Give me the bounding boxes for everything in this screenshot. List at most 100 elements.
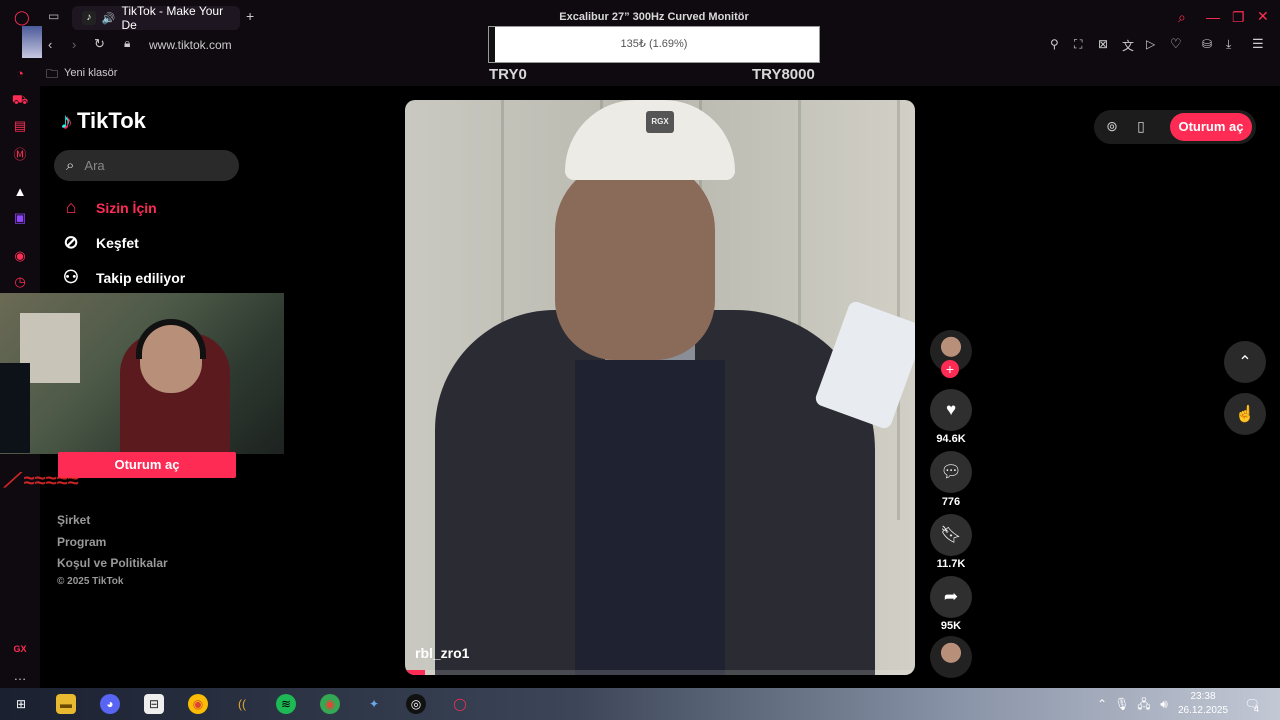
nav-item-for-you[interactable]: ⌂ Sizin İçin <box>60 197 157 218</box>
messenger-icon[interactable]: Ⓜ <box>0 144 40 163</box>
gaming-news-icon[interactable]: ▤ <box>0 118 40 134</box>
music-disc-avatar[interactable] <box>930 636 972 678</box>
tiktok-note-icon: ♪ <box>60 108 71 133</box>
video-subject-vest <box>575 360 725 675</box>
video-subject-face <box>555 160 715 360</box>
save-button[interactable]: 🔖︎ <box>930 514 972 556</box>
clock-time[interactable]: 23:38 <box>1176 691 1230 702</box>
spotify-icon[interactable]: ≋ <box>276 694 296 714</box>
opera-gx-taskbar-icon[interactable]: ◯ <box>450 694 470 714</box>
nav-item-explore[interactable]: ⊘ Keşfet <box>60 232 139 253</box>
obs-icon[interactable]: ◎ <box>406 694 426 714</box>
app-icon[interactable]: ⊟ <box>144 694 164 714</box>
heart-icon: ♥ <box>945 400 957 419</box>
translate-icon[interactable]: 文 <box>1122 37 1134 54</box>
url-text[interactable]: www.tiktok.com <box>149 38 232 52</box>
opera-gx-logo-icon[interactable]: ◯ <box>14 9 30 26</box>
next-video-button[interactable]: ☝ <box>1224 393 1266 435</box>
nav-item-label: Takip ediliyor <box>96 269 186 286</box>
restore-button[interactable]: ❐ <box>1232 9 1245 26</box>
speaker-icon[interactable]: 🔊 <box>102 12 116 25</box>
login-button-sidebar[interactable]: Oturum aç <box>58 452 236 478</box>
headset-icon <box>136 319 206 359</box>
video-watermark: RGX <box>646 111 674 133</box>
network-icon[interactable]: 🖧︎ <box>1134 694 1154 714</box>
twitch-icon[interactable]: ▣ <box>0 210 40 226</box>
gx-corner-icon[interactable]: ⛟ <box>0 92 40 110</box>
download-icon[interactable]: ⤓ <box>1226 37 1231 52</box>
microphone-icon[interactable]: 🎙︎ <box>1112 694 1132 714</box>
hand-cursor-icon: ☝ <box>1235 406 1255 423</box>
chrome-profile-icon[interactable]: ◉ <box>320 694 340 714</box>
windows-start-icon[interactable]: ⊞ <box>11 694 31 714</box>
tab-tiktok[interactable]: ♪ 🔊 TikTok - Make Your De <box>72 4 240 32</box>
snapshot-icon[interactable]: ⛶ <box>1074 37 1082 52</box>
comment-button[interactable]: 💬︎ <box>930 451 972 493</box>
nav-item-label: Sizin İçin <box>96 199 157 216</box>
tab-island-icon[interactable]: ▭ <box>48 9 59 23</box>
gx-logo-icon[interactable]: GX <box>0 644 40 654</box>
save-count: 11.7K <box>936 558 966 570</box>
previous-video-button[interactable]: ⌃ <box>1224 341 1266 383</box>
more-icon[interactable]: … <box>0 668 40 683</box>
video-player[interactable]: RGX rbl_zro1 <box>405 100 915 675</box>
forward-icon[interactable]: › <box>72 37 76 52</box>
wallet-icon[interactable]: ⛁ <box>1202 37 1212 51</box>
streamlabs-icon[interactable]: (( <box>232 694 252 714</box>
donation-progress-bar: 135₺ (1.69%) <box>488 26 820 63</box>
get-app-icon[interactable]: ▯ <box>1131 116 1151 136</box>
nav-item-label: Keşfet <box>96 234 139 251</box>
file-explorer-icon[interactable]: ▬ <box>56 694 76 714</box>
search-placeholder: Ara <box>84 158 105 173</box>
reload-icon[interactable]: ↻ <box>94 36 105 52</box>
search-icon: ⌕ <box>66 157 75 174</box>
share-button[interactable]: ➦ <box>930 576 972 618</box>
clock-date[interactable]: 26.12.2025 <box>1176 705 1230 716</box>
close-button[interactable]: ✕ <box>1257 8 1269 25</box>
monitor-shape <box>0 363 30 453</box>
chrome-icon[interactable]: ◉ <box>188 694 208 714</box>
lock-icon: 🔒︎ <box>124 36 131 50</box>
get-coins-icon[interactable]: ⊚ <box>1102 116 1122 136</box>
chevron-up-icon: ⌃ <box>1238 354 1252 371</box>
search-tabs-icon[interactable]: ⌕ <box>1178 9 1186 26</box>
notification-count: 4 <box>1254 704 1260 714</box>
profile-avatar[interactable] <box>22 26 42 58</box>
aria-icon[interactable]: ▲ <box>0 184 40 199</box>
donation-goal-title: Excalibur 27” 300Hz Curved Monitör <box>559 11 749 23</box>
donation-progress-text: 135₺ (1.69%) <box>620 38 688 50</box>
history-icon[interactable]: ◷ <box>0 274 40 290</box>
comment-count: 776 <box>941 496 961 508</box>
video-progress-fill <box>405 670 426 675</box>
network-app-icon[interactable]: ✦ <box>364 694 384 714</box>
video-progress-bar[interactable] <box>405 670 915 675</box>
follow-plus-icon[interactable]: + <box>941 360 959 378</box>
login-button-top[interactable]: Oturum aç <box>1170 113 1252 141</box>
like-button[interactable]: ♥ <box>930 389 972 431</box>
footer-link-program[interactable]: Program <box>57 535 106 549</box>
nav-item-following[interactable]: ⚇ Takip ediliyor <box>60 267 185 288</box>
tiktok-logo[interactable]: ♪ TikTok <box>60 108 146 134</box>
gx-control-icon[interactable]: ◔ <box>0 66 40 81</box>
send-icon[interactable]: ▷ <box>1146 37 1155 51</box>
volume-icon[interactable]: 🔊︎ <box>1154 694 1174 714</box>
heart-bookmark-icon[interactable]: ♡ <box>1170 36 1182 52</box>
minimize-button[interactable]: — <box>1206 9 1220 25</box>
bookmark-icon: 🔖︎ <box>940 525 962 544</box>
back-icon[interactable]: ‹ <box>48 37 52 52</box>
discord-icon[interactable]: ◕ <box>100 694 120 714</box>
tray-chevron-up-icon[interactable]: ⌃ <box>1092 694 1112 714</box>
pin-icon[interactable]: ⚲ <box>1050 37 1059 51</box>
video-username[interactable]: rbl_zro1 <box>415 645 469 661</box>
bookmark-folder[interactable]: Yeni klasör <box>64 67 117 79</box>
player-icon[interactable]: ◉ <box>0 248 40 264</box>
share-count: 95K <box>940 620 962 632</box>
adblock-icon[interactable]: ⊠ <box>1098 37 1108 51</box>
new-tab-button[interactable]: + <box>246 8 254 24</box>
footer-link-terms[interactable]: Koşul ve Politikalar <box>57 556 168 570</box>
easy-setup-icon[interactable]: ☰ <box>1252 36 1264 52</box>
user-follow-icon: ⚇ <box>62 267 80 287</box>
tiktok-logo-text: TikTok <box>77 108 146 133</box>
footer-link-company[interactable]: Şirket <box>57 513 90 527</box>
search-input[interactable]: ⌕ Ara <box>54 150 239 181</box>
